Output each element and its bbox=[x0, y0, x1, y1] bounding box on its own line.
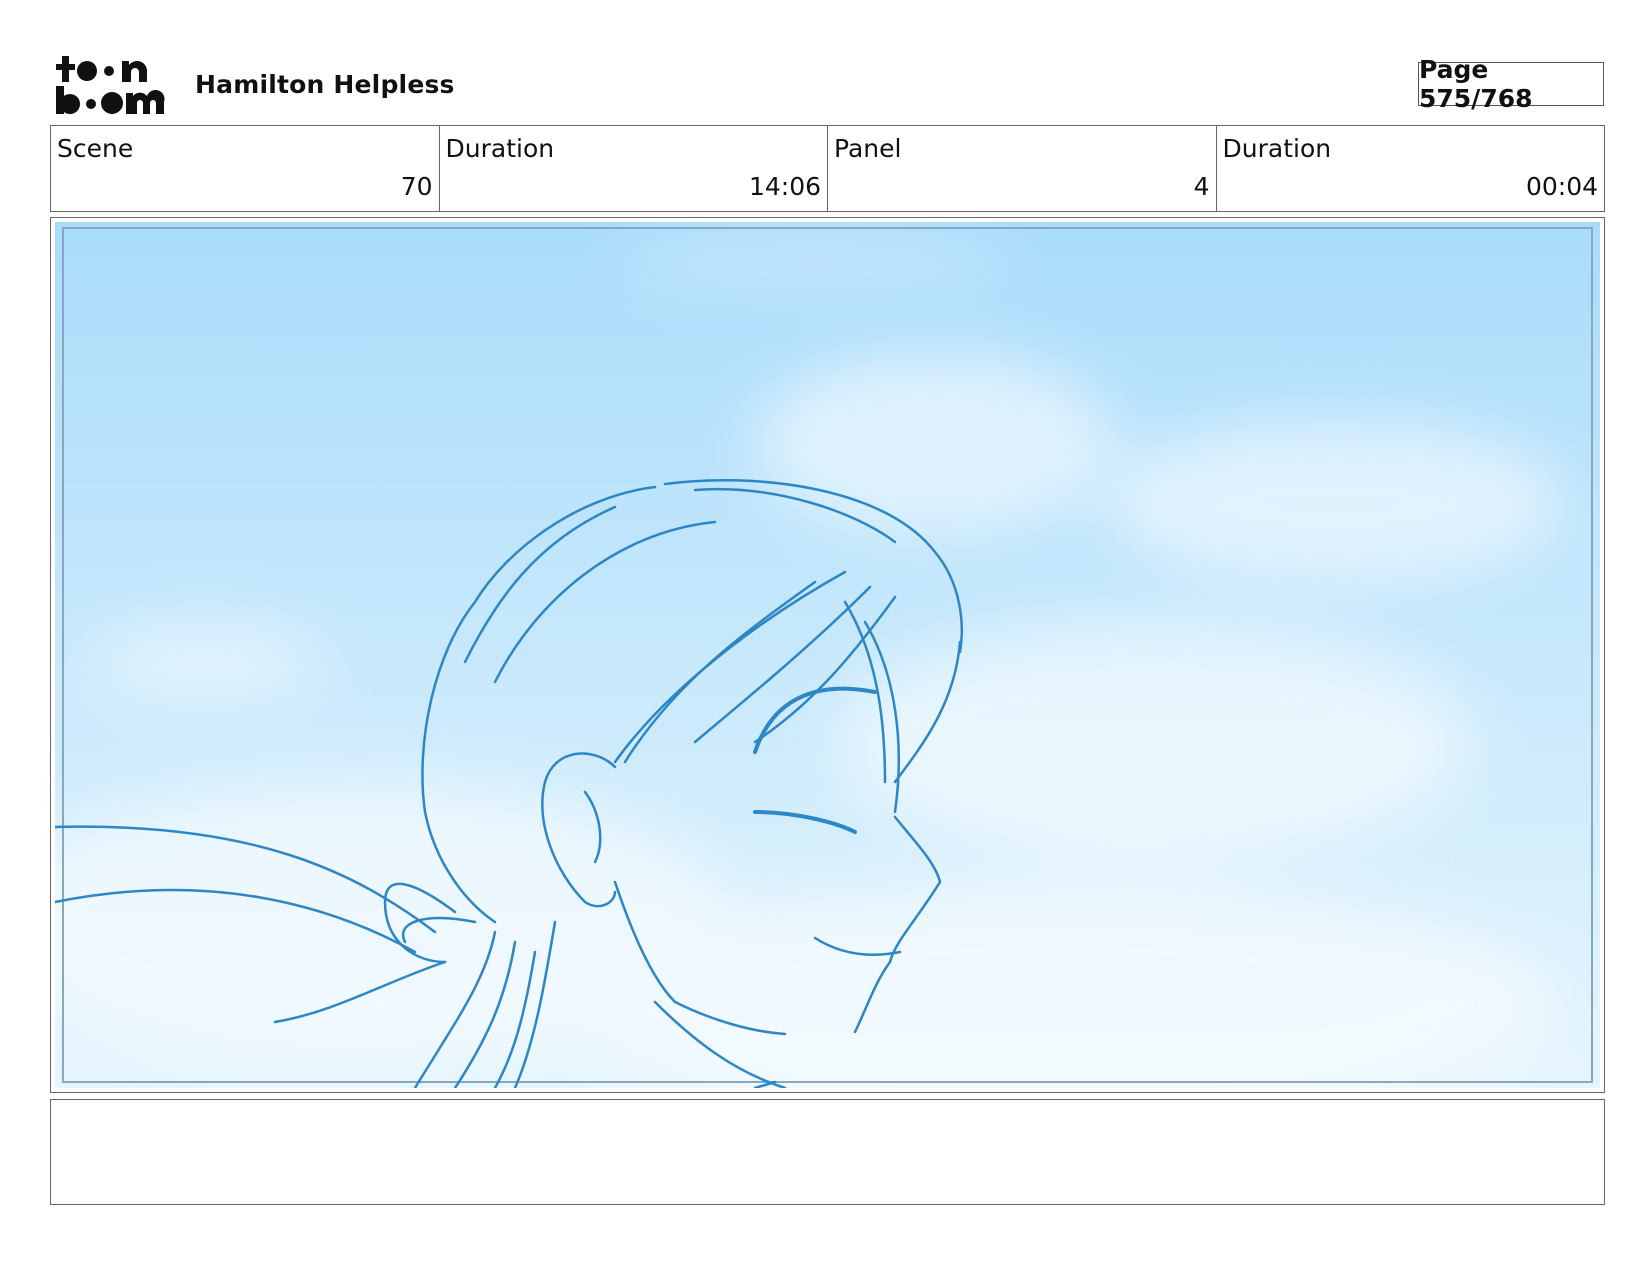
panel-duration-cell: Duration 00:04 bbox=[1217, 126, 1605, 211]
panel-duration-value: 00:04 bbox=[1525, 172, 1598, 201]
project-title: Hamilton Helpless bbox=[195, 70, 455, 99]
scene-duration-label: Duration bbox=[445, 134, 555, 163]
panel-artwork bbox=[55, 222, 1600, 1088]
page-number: Page 575/768 bbox=[1418, 55, 1604, 113]
scene-value: 70 bbox=[400, 172, 433, 201]
toon-boom-logo bbox=[54, 54, 172, 116]
storyboard-panel bbox=[50, 217, 1605, 1093]
panel-label: Panel bbox=[834, 134, 902, 163]
panel-value: 4 bbox=[1193, 172, 1210, 201]
scene-info-row: Scene 70 Duration 14:06 Panel 4 Duration… bbox=[50, 125, 1605, 212]
scene-duration-value: 14:06 bbox=[748, 172, 821, 201]
panel-notes-box bbox=[50, 1099, 1605, 1205]
panel-cell: Panel 4 bbox=[828, 126, 1217, 211]
scene-duration-cell: Duration 14:06 bbox=[440, 126, 828, 211]
panel-duration-label: Duration bbox=[1222, 134, 1332, 163]
sky-sketch-image bbox=[55, 222, 1600, 1088]
scene-label: Scene bbox=[57, 134, 134, 163]
scene-cell: Scene 70 bbox=[51, 126, 440, 211]
